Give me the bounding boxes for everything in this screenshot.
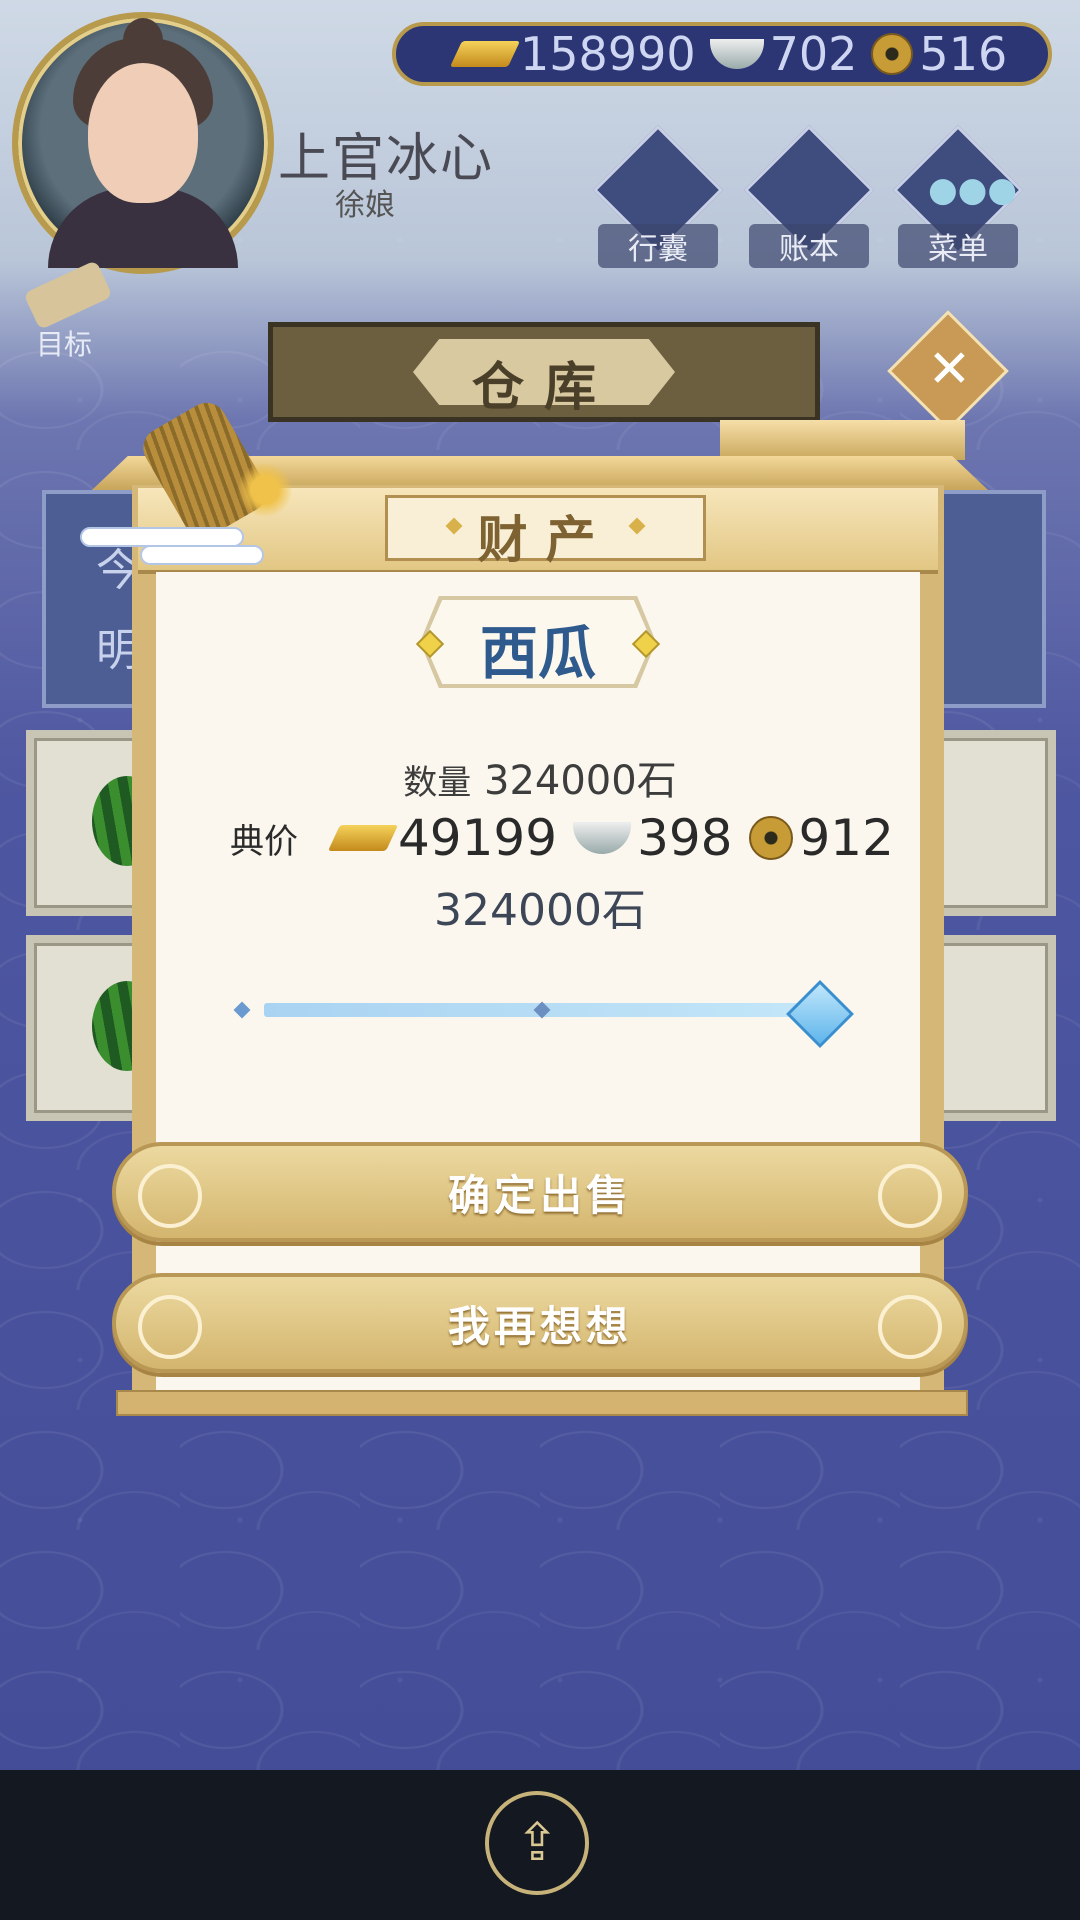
gold-ingot-icon bbox=[449, 41, 521, 67]
bag-label: 行囊 bbox=[598, 224, 718, 268]
cloud-swirl-icon bbox=[878, 1164, 942, 1228]
dialog-title-plate: 财产 bbox=[385, 495, 706, 569]
game-scene: 上官冰心 徐娘 158990 702 516 行囊 账本 ●●● 菜单 目标 仓… bbox=[0, 0, 1080, 1770]
goal-label: 目标 bbox=[36, 328, 93, 361]
ledger-button[interactable]: 账本 bbox=[743, 124, 875, 268]
price-gold: 49199 bbox=[398, 809, 558, 867]
quantity-label: 数量 bbox=[403, 763, 472, 803]
menu-button[interactable]: ●●● 菜单 bbox=[892, 124, 1024, 268]
confirm-sell-button[interactable]: 确定出售 bbox=[112, 1142, 968, 1242]
cloud-swirl-icon bbox=[878, 1295, 942, 1359]
sell-amount: 324000石 bbox=[434, 885, 646, 936]
cloud-swirl-icon bbox=[138, 1164, 202, 1228]
dialog-title: 财产 bbox=[477, 511, 614, 569]
currency-bar: 158990 702 516 bbox=[392, 22, 1052, 86]
dots-icon: ●●● bbox=[928, 170, 1018, 210]
price-row: 典价 49199 398 912 bbox=[230, 808, 894, 868]
share-button[interactable]: ⇪ bbox=[485, 1791, 589, 1895]
price-silver: 398 bbox=[637, 809, 733, 867]
quantity-row: 数量 324000石 bbox=[0, 748, 1080, 806]
scroll-icon bbox=[23, 259, 113, 331]
warehouse-title: 仓库 bbox=[471, 358, 616, 418]
copper-coin-icon bbox=[871, 33, 914, 75]
ledger-label: 账本 bbox=[749, 224, 869, 268]
quantity-slider[interactable] bbox=[233, 980, 854, 1048]
bag-button[interactable]: 行囊 bbox=[592, 124, 724, 268]
avatar-hair-bun bbox=[123, 18, 163, 63]
confirm-sell-label: 确定出售 bbox=[447, 1171, 632, 1220]
silver-ingot-icon bbox=[709, 39, 764, 69]
cancel-button[interactable]: 我再想想 bbox=[112, 1273, 968, 1373]
cloud-ornament bbox=[80, 527, 244, 547]
dialog-footer-beam bbox=[116, 1390, 968, 1416]
menu-label: 菜单 bbox=[898, 224, 1018, 268]
warehouse-title-bar: 仓库 bbox=[268, 322, 820, 422]
copper-amount: 516 bbox=[919, 27, 1008, 81]
gold-amount: 158990 bbox=[520, 27, 696, 81]
silver-amount: 702 bbox=[769, 27, 858, 81]
quantity-value: 324000石 bbox=[484, 758, 677, 804]
player-avatar[interactable] bbox=[12, 12, 274, 274]
dialog-roof-top bbox=[720, 420, 965, 460]
cloud-ornament bbox=[140, 545, 264, 565]
share-icon: ⇪ bbox=[515, 1813, 559, 1873]
copper-coin-icon bbox=[748, 816, 793, 860]
close-icon: ✕ bbox=[927, 339, 972, 400]
slider-start-marker bbox=[233, 1001, 251, 1019]
item-name: 西瓜 bbox=[479, 619, 596, 687]
rice-grain bbox=[230, 460, 300, 520]
goal-button[interactable]: 目标 bbox=[18, 259, 118, 361]
dialog-body bbox=[156, 572, 920, 1392]
price-label: 典价 bbox=[230, 821, 298, 862]
item-name-plate: 西瓜 bbox=[415, 596, 661, 688]
cancel-label: 我再想想 bbox=[447, 1302, 632, 1351]
cloud-swirl-icon bbox=[138, 1295, 202, 1359]
avatar-face bbox=[88, 63, 198, 203]
gold-ingot-icon bbox=[327, 825, 399, 851]
silver-ingot-icon bbox=[573, 822, 632, 854]
player-title: 徐娘 bbox=[335, 188, 395, 223]
price-copper: 912 bbox=[798, 809, 894, 867]
